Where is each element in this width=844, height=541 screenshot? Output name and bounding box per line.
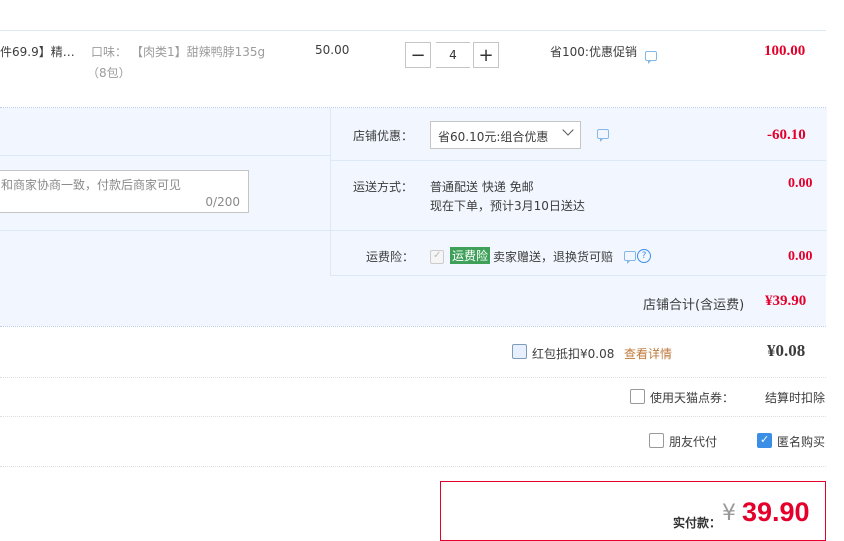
payment-amount: 39.90	[742, 497, 810, 527]
tmall-points-note: 结算时扣除	[765, 391, 826, 405]
flavor-pack: （8包）	[87, 66, 131, 80]
quantity-input[interactable]: 4	[436, 42, 470, 68]
red-packet-details-link[interactable]: 查看详情	[624, 345, 672, 362]
freight-insurance-badge: 运费险	[450, 247, 491, 264]
right-divider-2	[330, 230, 826, 231]
message-counter: 0/200	[205, 195, 240, 209]
quantity-minus-button[interactable]: −	[405, 42, 431, 68]
red-packet-label: 红包抵扣¥0.08	[532, 347, 615, 361]
shop-discount-value: 省60.10元:组合优惠	[438, 130, 549, 144]
right-divider-3	[330, 275, 826, 276]
shop-discount-amount: -60.10	[767, 127, 806, 143]
divider	[0, 377, 826, 378]
shipping-amount: 0.00	[788, 176, 813, 191]
quantity-plus-button[interactable]: +	[473, 42, 499, 68]
tmall-points-checkbox[interactable]	[630, 389, 645, 404]
payment-label: 实付款：	[673, 516, 722, 530]
message-textarea[interactable]: 和商家协商一致，付款后商家可见 0/200	[0, 170, 249, 213]
minus-icon: −	[410, 44, 426, 66]
payment-summary-box: 实付款： ¥ 39.90	[440, 481, 826, 541]
promo-info-icon[interactable]	[645, 51, 657, 64]
shop-total-amount: ¥39.90	[765, 293, 807, 309]
item-subtotal: 100.00	[764, 43, 806, 59]
freight-insurance-label: 运费险：	[366, 250, 415, 264]
left-column-divider	[0, 155, 330, 156]
message-placeholder: 和商家协商一致，付款后商家可见	[1, 178, 182, 192]
flavor-value: 【肉类1】甜辣鸭脖135g	[131, 45, 266, 59]
red-packet-checkbox[interactable]	[512, 344, 527, 359]
friend-pay-checkbox[interactable]	[649, 433, 664, 448]
freight-insurance-amount: 0.00	[788, 249, 813, 264]
shop-discount-chat-icon[interactable]	[597, 129, 609, 142]
divider	[0, 416, 826, 417]
chevron-down-icon	[562, 124, 574, 136]
left-column-divider-2	[0, 230, 330, 231]
unit-price: 50.00	[315, 43, 350, 57]
freight-insurance-desc: 卖家赠送，退换货可赔	[493, 250, 614, 264]
divider	[0, 326, 826, 327]
shipping-label: 运送方式：	[353, 180, 414, 194]
divider	[0, 466, 826, 467]
shipping-method: 普通配送 快递 免邮	[430, 180, 534, 194]
item-promo: 省100:优惠促销	[550, 45, 637, 59]
red-packet-amount: ¥0.08	[767, 341, 806, 360]
payment-currency: ¥	[722, 501, 736, 526]
item-row: 件69.9】精… 口味： 【肉类1】甜辣鸭脖135g （8包） 50.00 − …	[0, 31, 826, 107]
right-divider-1	[330, 160, 826, 161]
freight-chat-icon[interactable]	[624, 251, 636, 264]
plus-icon: +	[478, 44, 494, 66]
flavor-label: 口味：	[91, 45, 128, 59]
quantity-value: 4	[449, 48, 457, 62]
friend-pay-label: 朋友代付	[669, 435, 718, 449]
item-title[interactable]: 件69.9】精…	[0, 43, 75, 60]
anonymous-checkbox[interactable]	[757, 433, 772, 448]
help-icon[interactable]: ?	[637, 249, 651, 263]
shop-discount-select[interactable]: 省60.10元:组合优惠	[430, 121, 581, 149]
freight-insurance-checkbox[interactable]	[430, 250, 444, 264]
shop-discount-label: 店铺优惠：	[353, 129, 414, 143]
tmall-points-label: 使用天猫点券：	[650, 391, 735, 405]
shipping-eta: 现在下单，预计3月10日送达	[430, 199, 585, 213]
anonymous-label: 匿名购买	[777, 435, 826, 449]
shop-total-label: 店铺合计(含运费)	[643, 298, 745, 313]
